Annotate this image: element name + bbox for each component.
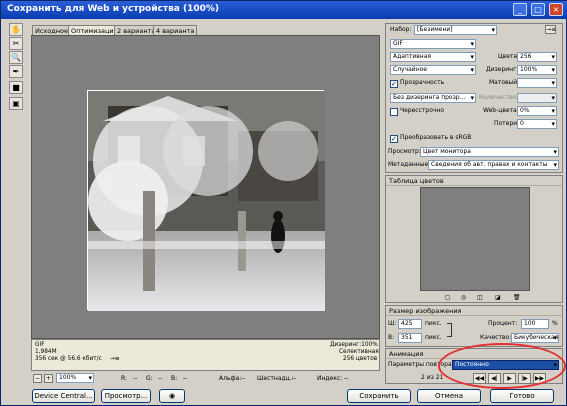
preview-area	[31, 35, 380, 339]
height-unit: пикс.	[425, 334, 442, 341]
maximize-button[interactable]: □	[531, 3, 545, 16]
web-snap-label: Web-цвета:	[483, 107, 519, 114]
readout-index-value: --	[344, 375, 349, 382]
transparency-dither-select[interactable]: Без дизеринга прозр...	[390, 93, 476, 103]
readout-alpha-value: --	[241, 375, 246, 382]
readout-b-value: --	[183, 375, 188, 382]
metadata-select[interactable]: Сведения об авт. правах и контакты	[428, 160, 559, 170]
colors-field[interactable]: 256	[517, 52, 557, 62]
title-bar: Сохранить для Web и устройства (100%) _ …	[1, 1, 567, 19]
preset-label: Набор:	[390, 26, 412, 33]
lossy-label: Потери:	[494, 120, 520, 127]
height-label: В:	[388, 334, 395, 341]
web-snap-field[interactable]: 0%	[517, 106, 557, 116]
color-table-header: Таблица цветов	[386, 176, 562, 186]
done-button[interactable]: Готово	[490, 389, 554, 403]
readout-g-label: G:	[146, 375, 153, 382]
readout-hex-value: --	[292, 375, 297, 382]
image-size-header: Размер изображения	[386, 306, 562, 316]
amount-field[interactable]	[517, 93, 557, 103]
interlaced-label: Чересстрочно	[400, 107, 445, 114]
convert-srgb-checkbox[interactable]: ✓	[390, 135, 398, 143]
interlaced-checkbox[interactable]	[390, 108, 398, 116]
percent-field[interactable]: 100	[521, 319, 549, 329]
zoom-tool-icon[interactable]: 🔍	[9, 51, 23, 64]
new-color-icon[interactable]: ◪	[495, 294, 501, 302]
width-field[interactable]: 425	[398, 319, 422, 329]
eyedropper-tool-icon[interactable]: ✒	[9, 65, 23, 78]
readout-alpha-label: Альфа:	[219, 375, 242, 382]
slice-select-tool-icon[interactable]: ✂	[9, 37, 23, 50]
readout-hex-label: Шестнадц.:	[257, 375, 294, 382]
lock-color-icon[interactable]: ◫	[477, 294, 483, 302]
info-size: 1,984M	[35, 349, 57, 355]
info-reduction: Селективная	[339, 349, 379, 355]
info-download-time: 356 сек @ 56.6 кбит/с	[35, 356, 102, 362]
map-transparent-icon[interactable]: ◻	[445, 294, 450, 302]
dither-algorithm-select[interactable]: Случайное	[390, 65, 476, 75]
quality-label: Качество:	[480, 334, 512, 341]
dither-label: Дизеринг:	[486, 66, 519, 73]
width-unit: пикс.	[425, 320, 442, 327]
window-title: Сохранить для Web и устройства (100%)	[7, 4, 220, 14]
readout-index-label: Индекс:	[317, 375, 343, 382]
width-label: Ш:	[388, 320, 397, 327]
hand-tool-icon[interactable]: ✋	[9, 23, 23, 36]
preview-mode-select[interactable]: Цвет монитора	[420, 147, 559, 157]
zoom-level-select[interactable]: 100%	[56, 373, 94, 383]
eyedropper-color-swatch[interactable]: ■	[9, 81, 23, 94]
dither-field[interactable]: 100%	[517, 65, 557, 75]
cancel-button[interactable]: Отмена	[417, 389, 481, 403]
format-select[interactable]: GIF	[390, 39, 476, 49]
device-central-button[interactable]: Device Central...	[32, 389, 95, 403]
preview-mode-label: Просмотр:	[388, 148, 421, 155]
readout-b-label: B:	[171, 375, 178, 382]
info-colors: 256 цветов	[343, 356, 378, 362]
browser-preview-button[interactable]: ◉	[159, 389, 185, 403]
optimize-menu-icon[interactable]: →≡	[545, 25, 556, 34]
minimize-button[interactable]: _	[513, 3, 527, 16]
readout-r-value: --	[133, 375, 138, 382]
color-table-swatches	[420, 187, 530, 291]
matte-select[interactable]	[517, 78, 557, 88]
height-field[interactable]: 351	[398, 333, 422, 343]
info-format: GIF	[35, 342, 45, 348]
metadata-label: Метаданные:	[388, 161, 431, 168]
zoom-out-button[interactable]: −	[33, 374, 42, 383]
readout-g-value: --	[158, 375, 163, 382]
readout-r-label: R:	[121, 375, 128, 382]
quality-select[interactable]: Бикубическая	[511, 333, 559, 343]
save-button[interactable]: Сохранить	[347, 389, 411, 403]
constrain-link-icon[interactable]	[447, 323, 452, 337]
info-dither: Дизеринг:100%	[330, 342, 378, 348]
delete-color-icon[interactable]: 🗑	[513, 294, 521, 302]
optimization-info-panel: GIF 1,984M 356 сек @ 56.6 кбит/с →≡ Дизе…	[31, 339, 380, 371]
highlight-annotation	[438, 343, 566, 389]
percent-unit: %	[552, 320, 558, 327]
frame-counter: 2 из 21	[421, 374, 444, 381]
web-shift-icon[interactable]: ◎	[461, 294, 466, 302]
preview-button[interactable]: Просмотр...	[101, 389, 151, 403]
percent-label: Процент:	[488, 320, 518, 327]
amount-label: Количество:	[479, 94, 518, 101]
save-for-web-dialog: Сохранить для Web и устройства (100%) _ …	[0, 0, 567, 406]
optimized-image-preview	[87, 90, 325, 311]
browser-icon: ◉	[168, 392, 176, 400]
matte-label: Матовый:	[489, 79, 520, 86]
toggle-slices-icon[interactable]: ▣	[9, 97, 23, 110]
lossy-field[interactable]: 0	[517, 119, 557, 129]
close-button[interactable]: ×	[549, 3, 563, 16]
transparency-label: Прозрачность	[400, 79, 445, 86]
colors-label: Цвета:	[498, 53, 520, 60]
convert-srgb-label: Преобразовать в sRGB	[400, 134, 472, 141]
tool-column: ✋ ✂ 🔍 ✒ ■ ▣	[9, 23, 25, 110]
color-reduction-select[interactable]: Адаптивная	[390, 52, 476, 62]
zoom-in-button[interactable]: +	[44, 374, 53, 383]
preset-select[interactable]: [Безимени]	[414, 25, 497, 35]
transparency-checkbox[interactable]: ✓	[390, 80, 398, 88]
download-speed-menu-icon[interactable]: →≡	[110, 356, 120, 363]
